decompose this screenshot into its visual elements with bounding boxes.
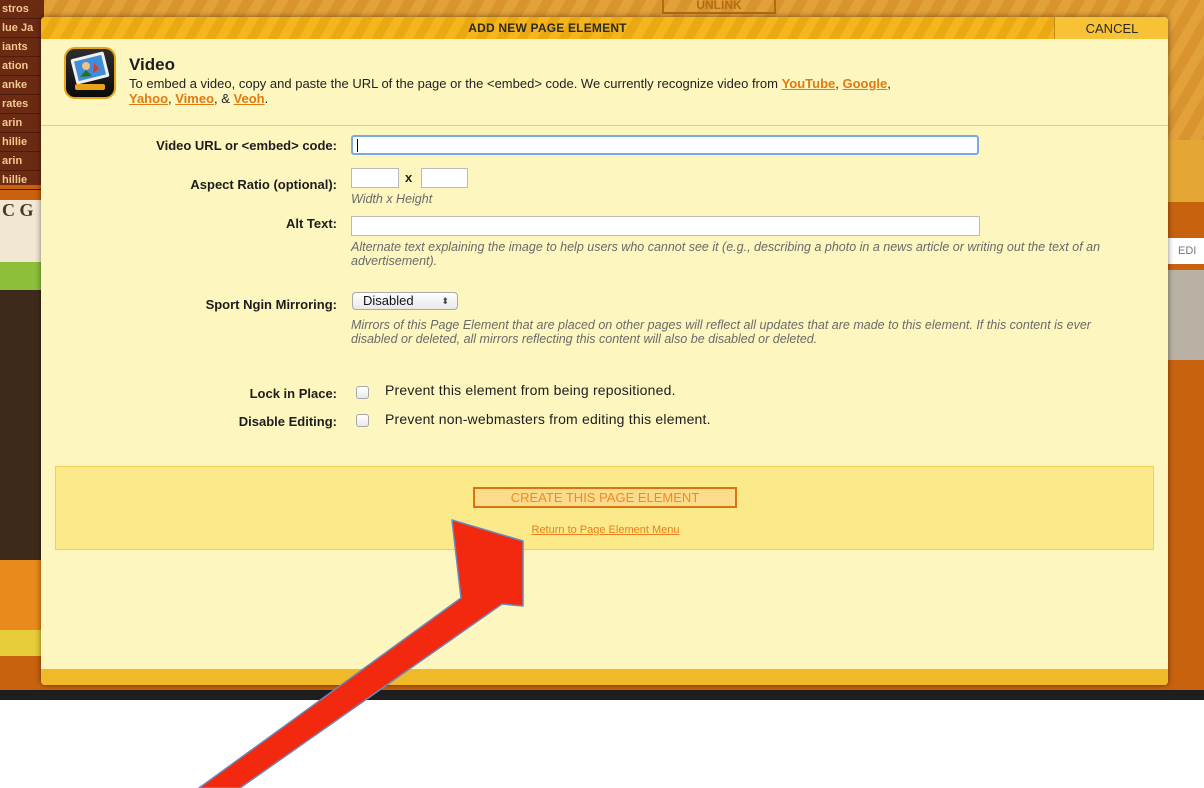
annotation-arrow-icon — [198, 519, 524, 788]
